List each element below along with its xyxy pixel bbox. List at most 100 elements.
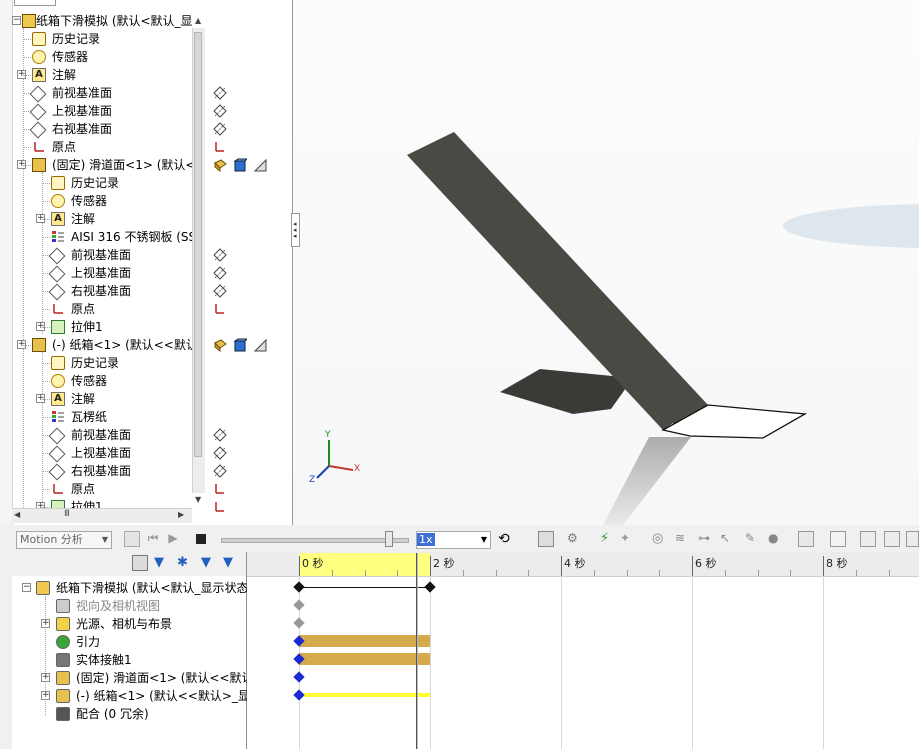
triad-z-axis [316, 465, 330, 479]
hscroll-grip[interactable]: III [64, 509, 70, 519]
panel-collapse-handle[interactable]: ◂ ◂ ◂ [291, 213, 300, 247]
tree-item[interactable]: 右视基准面 [0, 282, 192, 301]
view-options-icon[interactable] [884, 531, 900, 547]
tree-item[interactable]: 上视基准面 [0, 102, 192, 121]
collapse-toggle[interactable]: − [22, 583, 31, 592]
origin-icon [32, 140, 46, 154]
plane-visibility-icon [213, 464, 227, 478]
timeline-minor-tick [462, 570, 464, 576]
tree-item[interactable]: 传感器 [0, 192, 192, 210]
tree-item[interactable]: + (固定) 滑道面<1> (默认< [0, 156, 196, 174]
timeline-tick-label: 6 秒 [695, 557, 717, 570]
filter-sort-icon[interactable]: ▼ [223, 555, 239, 571]
timeline-area[interactable] [247, 552, 919, 749]
tree-item[interactable]: 前视基准面 [0, 426, 192, 445]
collapse-manager-icon[interactable] [860, 531, 876, 547]
tree-item-label: 上视基准面 [71, 446, 132, 460]
tree-item[interactable]: 瓦楞纸 [0, 408, 192, 426]
timeline-minor-tick [790, 570, 792, 576]
tree-item[interactable]: + A 注解 [0, 390, 192, 408]
calculate-icon[interactable] [124, 531, 140, 547]
tree-root[interactable]: − 纸箱下滑模拟 (默认<默认_显 [12, 12, 193, 30]
autokey-icon[interactable]: ⚡ [600, 531, 616, 547]
spring-icon[interactable]: ≋ [675, 531, 691, 547]
playback-slider[interactable] [221, 538, 409, 543]
origin-visibility-icon [213, 140, 227, 154]
expand-toggle[interactable]: + [41, 673, 50, 682]
timeline-minor-tick [626, 570, 628, 576]
playback-slider-thumb[interactable] [385, 531, 393, 547]
animation-wizard-icon[interactable]: ⚙ [567, 531, 583, 547]
collapse-toggle[interactable]: − [12, 16, 21, 25]
tree-scroll-thumb[interactable] [194, 32, 202, 457]
gravity-icon[interactable]: ● [768, 531, 784, 547]
tree-item[interactable]: + (-) 纸箱<1> (默认<<默认 [0, 336, 198, 354]
filter-driving-icon[interactable]: ▼ [154, 555, 170, 571]
expand-toggle[interactable]: + [41, 619, 50, 628]
tree-item[interactable]: 上视基准面 [0, 444, 192, 463]
play-icon[interactable]: ▶ [165, 531, 181, 547]
graphics-area[interactable]: Y X Z [293, 0, 919, 525]
tree-item-label: (-) 纸箱<1> (默认<<默认 [52, 338, 198, 352]
motion-tree-label: 配合 (0 冗余) [76, 707, 149, 721]
motion-tree-label: 视向及相机视图 [76, 599, 161, 613]
tree-item[interactable]: 原点 [0, 480, 192, 498]
motion-tree-item[interactable]: + (-) 纸箱<1> (默认<<默认>_显 [12, 687, 250, 705]
tree-item[interactable]: 历史记录 [0, 354, 192, 372]
save-animation-icon[interactable] [538, 531, 554, 547]
tree-horizontal-scrollbar[interactable]: ◀ III ▶ [12, 508, 192, 523]
add-key-icon[interactable]: ✦ [620, 531, 636, 547]
timeline-minor-tick [888, 570, 890, 576]
study-properties-icon[interactable] [830, 531, 846, 547]
tree-item-label: 历史记录 [71, 176, 120, 190]
play-from-start-icon[interactable]: ⏮ [145, 531, 161, 547]
tree-item[interactable]: + A 注解 [0, 210, 192, 228]
tree-item[interactable]: + A 注解 [0, 66, 192, 84]
tree-item[interactable]: 传感器 [0, 372, 192, 390]
tree-item-label: 前视基准面 [71, 248, 132, 262]
timeline-minor-tick [528, 570, 530, 576]
filter-selected-icon[interactable]: ✱ [177, 555, 193, 571]
motion-tree-item[interactable]: 配合 (0 冗余) [12, 705, 245, 723]
motion-tree-item[interactable]: + 光源、相机与布景 [12, 615, 245, 633]
playback-mode-icon[interactable]: ⟲ [498, 531, 514, 547]
plane-icon [29, 121, 47, 139]
motion-tree-item[interactable]: − 纸箱下滑模拟 (默认<默认_显示状态 [12, 579, 249, 597]
results-icon[interactable] [798, 531, 814, 547]
tree-item[interactable]: 原点 [0, 300, 192, 318]
model-view[interactable] [293, 0, 919, 525]
tree-item[interactable]: 前视基准面 [0, 84, 192, 103]
motion-filter-bar: ▼ ✱ ▼ ▼ [12, 552, 246, 576]
tree-item[interactable]: 右视基准面 [0, 120, 192, 139]
chevron-down-icon: ▼ [480, 535, 487, 544]
tree-item[interactable]: + 拉伸1 [0, 318, 192, 336]
tree-item[interactable]: AISI 316 不锈钢板 (SS [0, 228, 196, 246]
tree-item[interactable]: 历史记录 [0, 30, 192, 48]
motion-tree-item[interactable]: + (固定) 滑道面<1> (默认<<默认 [12, 669, 254, 687]
tree-item[interactable]: 上视基准面 [0, 264, 192, 283]
filter-results-icon[interactable]: ▼ [201, 555, 217, 571]
scroll-up-icon[interactable]: ▲ [195, 16, 201, 25]
motion-tree-item[interactable]: 引力 [12, 633, 245, 651]
scroll-left-icon[interactable]: ◀ [14, 510, 20, 519]
tree-item[interactable]: 右视基准面 [0, 462, 192, 481]
motor-icon[interactable]: ◎ [652, 531, 668, 547]
playback-speed-dropdown[interactable]: 1x ▼ [416, 531, 491, 549]
expand-toggle[interactable]: + [41, 691, 50, 700]
scroll-right-icon[interactable]: ▶ [178, 510, 184, 519]
motion-tree-item[interactable]: 视向及相机视图 [12, 597, 245, 615]
damper-icon[interactable]: ⊶ [698, 531, 714, 547]
scroll-down-icon[interactable]: ▼ [195, 495, 201, 504]
filter-animated-icon[interactable] [132, 555, 148, 571]
tree-item[interactable]: 原点 [0, 138, 192, 156]
study-type-dropdown[interactable]: Motion 分析 ▼ [16, 531, 112, 549]
motion-tree-item[interactable]: 实体接触1 [12, 651, 245, 669]
tree-item[interactable]: 历史记录 [0, 174, 192, 192]
window-options-icon[interactable] [906, 531, 919, 547]
tree-item[interactable]: 前视基准面 [0, 246, 192, 265]
tree-item-label: (固定) 滑道面<1> (默认< [52, 158, 196, 172]
tree-item[interactable]: 传感器 [0, 48, 192, 66]
contact-icon[interactable]: ✎ [745, 531, 761, 547]
stop-icon[interactable] [193, 531, 209, 547]
force-icon[interactable]: ↖ [720, 531, 736, 547]
